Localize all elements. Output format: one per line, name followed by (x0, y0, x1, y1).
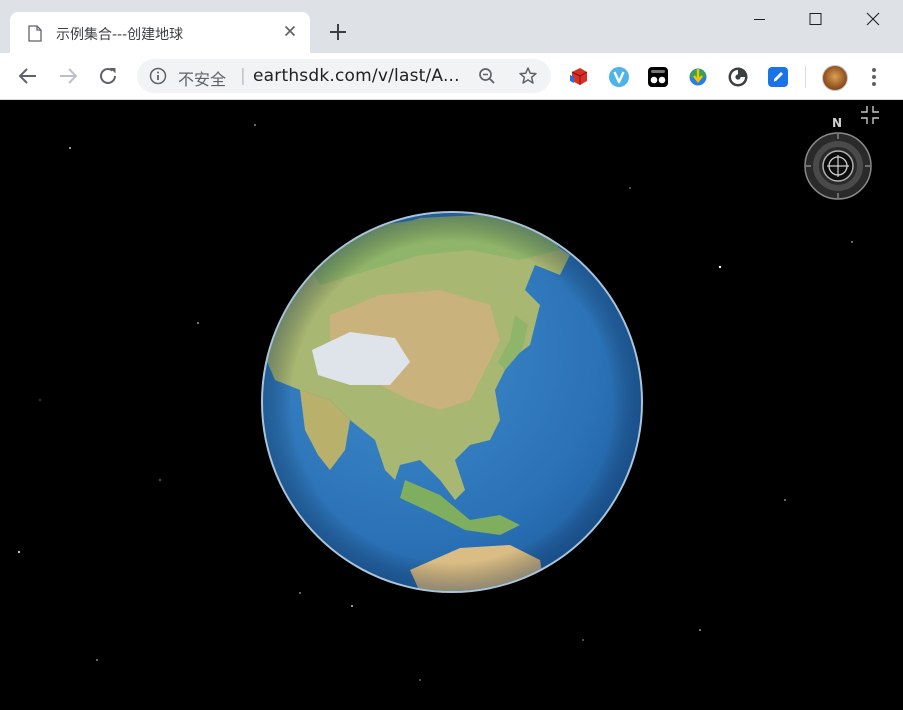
star-icon[interactable] (518, 66, 538, 86)
idm-extension-icon[interactable] (687, 66, 709, 88)
circle-extension-icon[interactable] (727, 66, 749, 88)
back-arrow-icon[interactable] (16, 64, 40, 88)
antarctica-edge (280, 570, 360, 580)
earth-viewer[interactable]: N (0, 100, 903, 710)
tampermonkey-extension-icon[interactable] (647, 66, 669, 88)
url-text[interactable]: earthsdk.com/v/last/A... (253, 66, 460, 86)
globe-scene[interactable] (0, 100, 903, 710)
blue-square-extension-icon[interactable] (767, 66, 789, 88)
compass[interactable] (803, 131, 873, 201)
zoom-out-icon[interactable] (478, 67, 496, 85)
address-bar[interactable]: 不安全 | earthsdk.com/v/last/A... (137, 59, 551, 93)
browser-tab[interactable]: 示例集合---创建地球 (10, 12, 310, 53)
reload-icon[interactable] (96, 64, 120, 88)
close-icon[interactable] (282, 23, 298, 39)
omnibox-separator: | (240, 66, 246, 86)
cube-extension-icon[interactable] (568, 66, 590, 88)
page-icon (28, 25, 42, 42)
close-icon[interactable] (852, 6, 892, 32)
browser-toolbar: 不安全 | earthsdk.com/v/last/A... (0, 53, 903, 100)
compass-north-label: N (832, 116, 843, 130)
kebab-menu-icon[interactable] (866, 66, 882, 88)
info-icon[interactable] (149, 67, 167, 85)
tab-title: 示例集合---创建地球 (56, 27, 184, 43)
minimize-icon[interactable] (739, 6, 779, 32)
maximize-icon[interactable] (795, 6, 835, 32)
avatar[interactable] (822, 65, 848, 91)
tab-strip: 示例集合---创建地球 (0, 0, 903, 53)
forward-arrow-icon[interactable] (56, 64, 80, 88)
security-status-text[interactable]: 不安全 (178, 66, 226, 90)
v-extension-icon[interactable] (608, 66, 630, 88)
earth-globe (261, 211, 643, 593)
toolbar-divider (805, 66, 806, 88)
plus-icon[interactable] (328, 22, 348, 42)
fullscreen-icon[interactable] (858, 103, 882, 127)
